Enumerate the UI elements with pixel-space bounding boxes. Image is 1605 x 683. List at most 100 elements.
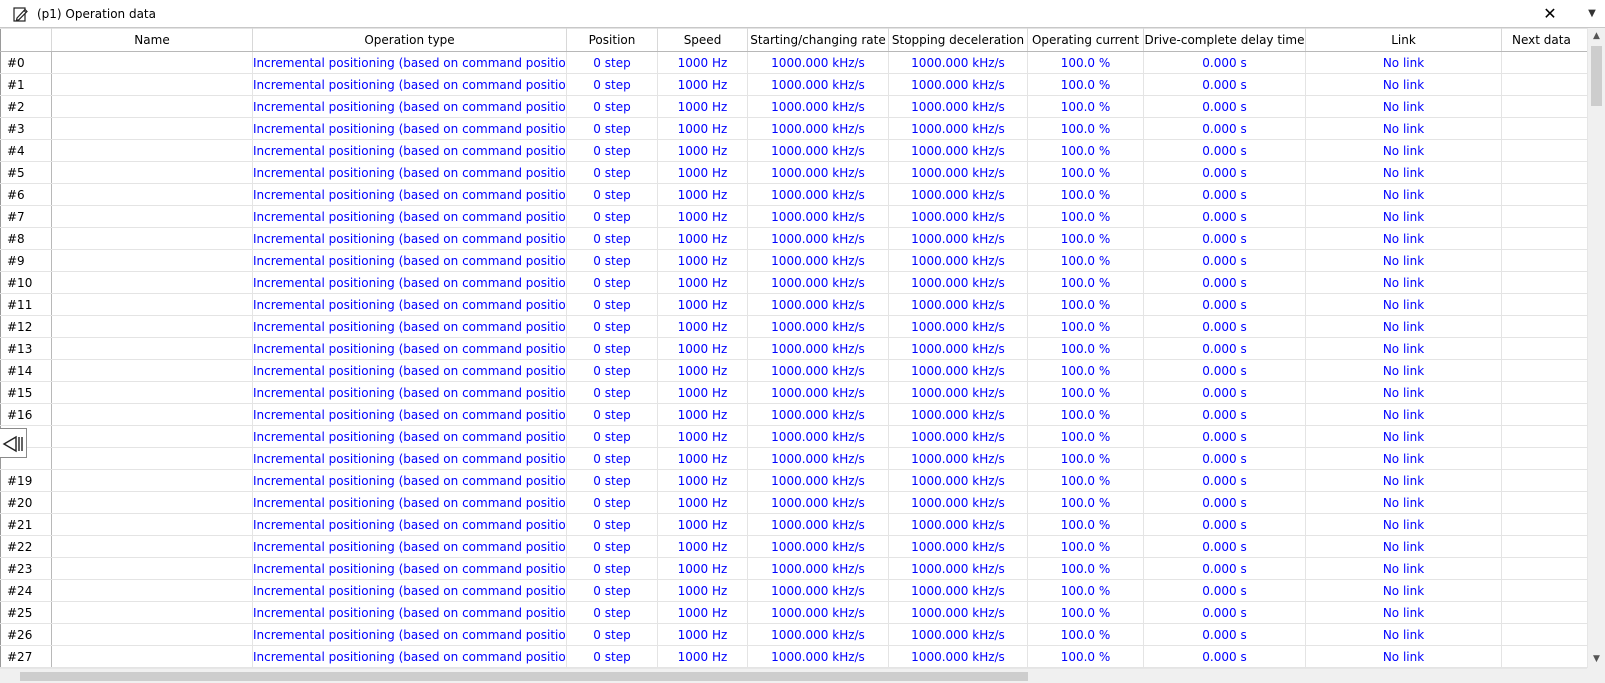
cell-delay-time[interactable]: 0.000 s	[1143, 491, 1306, 514]
window-menu-dropdown-button[interactable]: ▼	[1583, 4, 1601, 24]
cell-position[interactable]: 0 step	[566, 557, 658, 580]
cell-next-data[interactable]	[1501, 403, 1587, 426]
cell-starting-rate[interactable]: 1000.000 kHz/s	[747, 359, 889, 382]
cell-position[interactable]: 0 step	[566, 535, 658, 558]
cell-speed[interactable]: 1000 Hz	[657, 183, 748, 206]
cell-starting-rate[interactable]: 1000.000 kHz/s	[747, 469, 889, 492]
cell-name[interactable]	[51, 337, 253, 360]
cell-operating-current[interactable]: 100.0 %	[1027, 535, 1144, 558]
cell-position[interactable]: 0 step	[566, 139, 658, 162]
cell-next-data[interactable]	[1501, 425, 1587, 448]
cell-starting-rate[interactable]: 1000.000 kHz/s	[747, 161, 889, 184]
cell-speed[interactable]: 1000 Hz	[657, 601, 748, 624]
cell-name[interactable]	[51, 161, 253, 184]
cell-stopping-deceleration[interactable]: 1000.000 kHz/s	[888, 601, 1028, 624]
cell-position[interactable]: 0 step	[566, 381, 658, 404]
cell-delay-time[interactable]: 0.000 s	[1143, 447, 1306, 470]
cell-next-data[interactable]	[1501, 359, 1587, 382]
cell-speed[interactable]: 1000 Hz	[657, 535, 748, 558]
cell-operation-type[interactable]: Incremental positioning (based on comman…	[252, 623, 567, 646]
cell-name[interactable]	[51, 623, 253, 646]
cell-name[interactable]	[51, 557, 253, 580]
cell-stopping-deceleration[interactable]: 1000.000 kHz/s	[888, 535, 1028, 558]
cell-next-data[interactable]	[1501, 249, 1587, 272]
cell-stopping-deceleration[interactable]: 1000.000 kHz/s	[888, 403, 1028, 426]
cell-speed[interactable]: 1000 Hz	[657, 227, 748, 250]
cell-position[interactable]: 0 step	[566, 161, 658, 184]
cell-link[interactable]: No link	[1305, 381, 1502, 404]
cell-name[interactable]	[51, 293, 253, 316]
cell-position[interactable]: 0 step	[566, 73, 658, 96]
cell-position[interactable]: 0 step	[566, 249, 658, 272]
cell-next-data[interactable]	[1501, 579, 1587, 602]
scroll-down-arrow-icon[interactable]: ▼	[1588, 651, 1605, 668]
cell-position[interactable]: 0 step	[566, 601, 658, 624]
cell-delay-time[interactable]: 0.000 s	[1143, 425, 1306, 448]
cell-speed[interactable]: 1000 Hz	[657, 205, 748, 228]
vertical-scrollbar[interactable]: ▲ ▼	[1587, 28, 1605, 668]
cell-delay-time[interactable]: 0.000 s	[1143, 51, 1306, 74]
cell-operation-type[interactable]: Incremental positioning (based on comman…	[252, 315, 567, 338]
cell-link[interactable]: No link	[1305, 491, 1502, 514]
cell-operation-type[interactable]: Incremental positioning (based on comman…	[252, 51, 567, 74]
cell-link[interactable]: No link	[1305, 227, 1502, 250]
cell-starting-rate[interactable]: 1000.000 kHz/s	[747, 337, 889, 360]
cell-link[interactable]: No link	[1305, 161, 1502, 184]
cell-stopping-deceleration[interactable]: 1000.000 kHz/s	[888, 447, 1028, 470]
cell-speed[interactable]: 1000 Hz	[657, 513, 748, 536]
cell-next-data[interactable]	[1501, 535, 1587, 558]
cell-starting-rate[interactable]: 1000.000 kHz/s	[747, 227, 889, 250]
cell-starting-rate[interactable]: 1000.000 kHz/s	[747, 513, 889, 536]
cell-delay-time[interactable]: 0.000 s	[1143, 95, 1306, 118]
cell-link[interactable]: No link	[1305, 403, 1502, 426]
cell-starting-rate[interactable]: 1000.000 kHz/s	[747, 183, 889, 206]
cell-stopping-deceleration[interactable]: 1000.000 kHz/s	[888, 117, 1028, 140]
cell-speed[interactable]: 1000 Hz	[657, 645, 748, 668]
cell-starting-rate[interactable]: 1000.000 kHz/s	[747, 249, 889, 272]
cell-starting-rate[interactable]: 1000.000 kHz/s	[747, 51, 889, 74]
cell-starting-rate[interactable]: 1000.000 kHz/s	[747, 271, 889, 294]
column-header-position[interactable]: Position	[566, 28, 658, 52]
cell-position[interactable]: 0 step	[566, 513, 658, 536]
cell-position[interactable]: 0 step	[566, 315, 658, 338]
cell-stopping-deceleration[interactable]: 1000.000 kHz/s	[888, 271, 1028, 294]
cell-speed[interactable]: 1000 Hz	[657, 117, 748, 140]
cell-name[interactable]	[51, 117, 253, 140]
cell-stopping-deceleration[interactable]: 1000.000 kHz/s	[888, 513, 1028, 536]
cell-operating-current[interactable]: 100.0 %	[1027, 491, 1144, 514]
cell-delay-time[interactable]: 0.000 s	[1143, 403, 1306, 426]
cell-operating-current[interactable]: 100.0 %	[1027, 513, 1144, 536]
cell-name[interactable]	[51, 381, 253, 404]
cell-stopping-deceleration[interactable]: 1000.000 kHz/s	[888, 139, 1028, 162]
cell-name[interactable]	[51, 51, 253, 74]
cell-operating-current[interactable]: 100.0 %	[1027, 359, 1144, 382]
cell-next-data[interactable]	[1501, 271, 1587, 294]
cell-link[interactable]: No link	[1305, 249, 1502, 272]
column-header-operating-current[interactable]: Operating current	[1027, 28, 1144, 52]
cell-starting-rate[interactable]: 1000.000 kHz/s	[747, 73, 889, 96]
cell-link[interactable]: No link	[1305, 337, 1502, 360]
cell-operation-type[interactable]: Incremental positioning (based on comman…	[252, 535, 567, 558]
column-header-link[interactable]: Link	[1305, 28, 1502, 52]
cell-next-data[interactable]	[1501, 557, 1587, 580]
cell-operating-current[interactable]: 100.0 %	[1027, 315, 1144, 338]
cell-link[interactable]: No link	[1305, 293, 1502, 316]
cell-starting-rate[interactable]: 1000.000 kHz/s	[747, 117, 889, 140]
cell-delay-time[interactable]: 0.000 s	[1143, 513, 1306, 536]
cell-stopping-deceleration[interactable]: 1000.000 kHz/s	[888, 557, 1028, 580]
cell-operating-current[interactable]: 100.0 %	[1027, 161, 1144, 184]
cell-delay-time[interactable]: 0.000 s	[1143, 381, 1306, 404]
cell-position[interactable]: 0 step	[566, 579, 658, 602]
cell-speed[interactable]: 1000 Hz	[657, 337, 748, 360]
close-button[interactable]: ✕	[1540, 4, 1560, 24]
cell-starting-rate[interactable]: 1000.000 kHz/s	[747, 425, 889, 448]
cell-next-data[interactable]	[1501, 73, 1587, 96]
cell-link[interactable]: No link	[1305, 469, 1502, 492]
cell-name[interactable]	[51, 227, 253, 250]
cell-link[interactable]: No link	[1305, 183, 1502, 206]
cell-name[interactable]	[51, 469, 253, 492]
horizontal-scroll-thumb[interactable]	[20, 672, 1028, 681]
cell-next-data[interactable]	[1501, 645, 1587, 668]
cell-link[interactable]: No link	[1305, 205, 1502, 228]
cell-operation-type[interactable]: Incremental positioning (based on comman…	[252, 469, 567, 492]
